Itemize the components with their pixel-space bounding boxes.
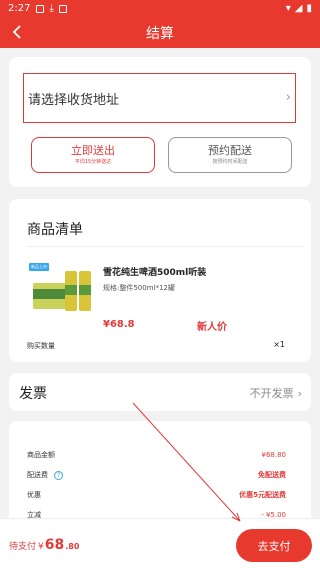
pay-button[interactable]: 去支付 — [236, 529, 312, 562]
title-bar: 结算 — [0, 17, 320, 48]
product-name[interactable]: 雪花纯生啤酒500ml听装 — [103, 265, 206, 278]
battery-icon: ▮ — [306, 3, 312, 14]
image-icon — [36, 4, 45, 13]
chevron-right-icon: › — [285, 90, 291, 105]
status-bar: 2:27 ⤓ ▾ ◢ ▮ — [0, 0, 320, 17]
summary-row-subtotal: 商品金额 ¥68.80 — [27, 450, 286, 460]
status-notification-icons: ⤓ — [36, 3, 67, 14]
quantity-value: ×1 — [273, 340, 285, 349]
discount-label: 优惠 — [27, 491, 41, 499]
summary-row-delivery: 配送费 ? 免配送费 — [27, 470, 286, 480]
new-user-price-label: 新人价 — [197, 322, 227, 333]
signal-icon: ◢ — [294, 3, 303, 14]
deliver-now-sub: 平均15分钟送达 — [74, 159, 112, 165]
chevron-left-icon — [12, 25, 21, 39]
chevron-right-icon: › — [297, 386, 302, 400]
invoice-selector[interactable]: 不开发票 › — [250, 385, 302, 401]
discount-value: 优惠5元配送费 — [239, 491, 286, 499]
delivery-fee-value: 免配送费 — [258, 471, 286, 479]
to-pay-total: 待支付 ¥ 68 .80 — [9, 537, 79, 553]
product-price: ¥68.8 — [103, 319, 135, 330]
address-selector[interactable]: 请选择收货地址 › — [23, 73, 296, 123]
status-time: 2:27 — [8, 3, 31, 14]
app-notification-icon — [58, 4, 67, 13]
to-pay-amount-int: 68 — [44, 537, 65, 553]
page-title: 结算 — [146, 25, 174, 42]
info-icon[interactable]: ? — [54, 470, 63, 480]
address-placeholder: 请选择收货地址 — [28, 92, 120, 108]
back-button[interactable] — [8, 23, 26, 41]
subtotal-value: ¥68.80 — [261, 451, 287, 459]
wifi-icon: ▾ — [285, 3, 291, 14]
checkout-bar: 待支付 ¥ 68 .80 去支付 — [0, 518, 320, 568]
scheduled-delivery-button[interactable]: 预约配送 按预约时间配送 — [168, 137, 292, 173]
invoice-value: 不开发票 — [249, 387, 294, 400]
invoice-label: 发票 — [19, 386, 47, 402]
delivery-fee-label: 配送费 — [27, 471, 48, 479]
to-pay-amount-dec: .80 — [65, 542, 80, 551]
currency-symbol: ¥ — [38, 542, 44, 552]
to-pay-label: 待支付 — [9, 542, 37, 552]
deliver-now-label: 立即送出 — [71, 144, 115, 157]
subtotal-label: 商品金额 — [27, 451, 55, 459]
download-icon: ⤓ — [49, 3, 54, 14]
goods-divider — [27, 246, 304, 247]
scheduled-delivery-sub: 按预约时间配送 — [212, 159, 248, 165]
status-system-icons: ▾ ◢ ▮ — [286, 3, 312, 14]
product-spec: 规格:整件500ml*12罐 — [103, 284, 175, 292]
scheduled-delivery-label: 预约配送 — [208, 144, 252, 157]
summary-row-discount: 优惠 优惠5元配送费 — [27, 490, 286, 500]
deliver-now-button[interactable]: 立即送出 平均15分钟送达 — [31, 137, 155, 173]
quantity-label: 购买数量 — [27, 342, 55, 350]
goods-title: 商品清单 — [27, 222, 83, 238]
new-product-badge: 新品上市 — [29, 263, 49, 271]
